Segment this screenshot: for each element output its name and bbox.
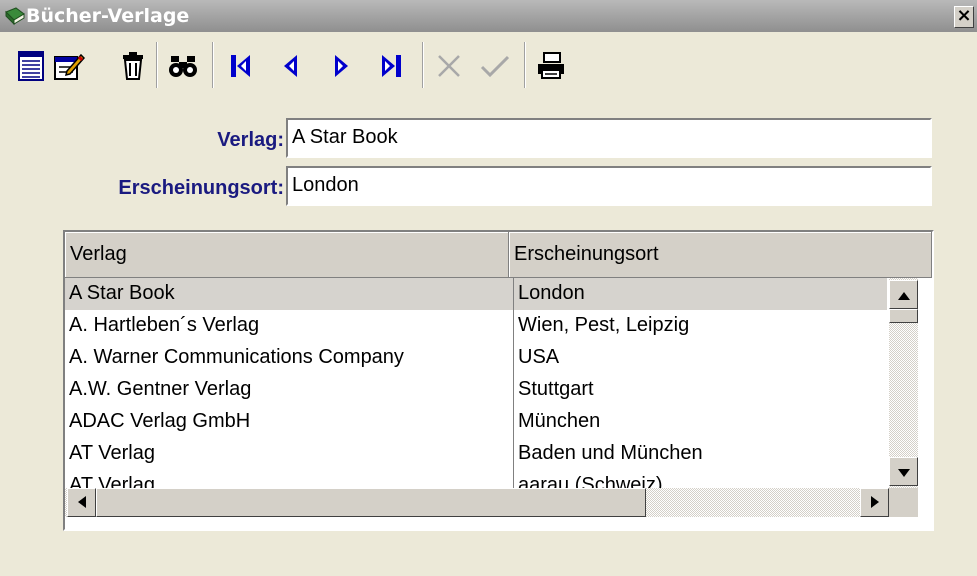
table-row[interactable]: A Star Book London: [65, 278, 887, 310]
cell-verlag: A. Warner Communications Company: [69, 346, 404, 368]
print-button[interactable]: [534, 48, 568, 88]
search-button[interactable]: [166, 48, 200, 88]
toolbar-separator: [524, 42, 526, 88]
arrow-up-icon: [897, 287, 910, 303]
cell-verlag: ADAC Verlag GmbH: [69, 410, 251, 432]
cancel-button[interactable]: [432, 48, 466, 88]
last-record-icon: [380, 53, 402, 84]
scroll-left-button[interactable]: [67, 488, 96, 517]
erscheinungsort-label: Erscheinungsort:: [118, 177, 284, 199]
cell-erscheinungsort: Baden und München: [513, 438, 888, 470]
first-record-icon: [230, 53, 252, 84]
edit-record-button[interactable]: [52, 48, 86, 88]
cell-verlag: A.W. Gentner Verlag: [69, 378, 252, 400]
delete-button[interactable]: [116, 48, 150, 88]
arrow-down-icon: [897, 464, 910, 480]
edit-record-icon: [53, 51, 86, 86]
cell-verlag: AT Verlag: [69, 442, 155, 464]
table-row[interactable]: ADAC Verlag GmbH München: [65, 406, 887, 438]
cell-erscheinungsort: Stuttgart: [513, 374, 888, 406]
verlag-label: Verlag:: [217, 129, 284, 151]
arrow-left-icon: [77, 495, 86, 511]
close-icon: ×: [956, 5, 972, 26]
cell-erscheinungsort: London: [513, 278, 888, 310]
table-row[interactable]: AT Verlag Baden und München: [65, 438, 887, 470]
vertical-scrollbar[interactable]: [889, 278, 918, 488]
horizontal-scrollbar[interactable]: [65, 488, 889, 517]
cell-erscheinungsort: Wien, Pest, Leipzig: [513, 310, 888, 342]
toolbar-separator: [212, 42, 214, 88]
close-button[interactable]: ×: [954, 6, 974, 28]
scroll-down-button[interactable]: [889, 457, 918, 486]
binoculars-icon: [168, 54, 198, 83]
toolbar-separator: [422, 42, 424, 88]
list-view-button[interactable]: [14, 48, 48, 88]
confirm-button[interactable]: [478, 48, 512, 88]
erscheinungsort-field[interactable]: London: [286, 166, 932, 206]
next-record-button[interactable]: [324, 48, 358, 88]
window-title: Bücher-Verlage: [26, 5, 190, 27]
last-record-button[interactable]: [374, 48, 408, 88]
next-record-icon: [333, 53, 349, 84]
table-row[interactable]: A. Hartleben´s Verlag Wien, Pest, Leipzi…: [65, 310, 887, 342]
column-header-erscheinungsort[interactable]: Erscheinungsort: [509, 232, 932, 278]
first-record-button[interactable]: [224, 48, 258, 88]
arrow-right-icon: [870, 495, 879, 511]
cell-verlag: A. Hartleben´s Verlag: [69, 314, 260, 336]
verlag-field[interactable]: A Star Book: [286, 118, 932, 158]
cell-erscheinungsort: USA: [513, 342, 888, 374]
publisher-grid[interactable]: Verlag Erscheinungsort A Star Book Londo…: [63, 230, 934, 531]
previous-record-button[interactable]: [274, 48, 308, 88]
print-icon: [536, 51, 566, 85]
scroll-corner: [889, 488, 918, 517]
erscheinungsort-field-value: London: [292, 174, 359, 196]
confirm-icon: [480, 53, 510, 84]
list-view-icon: [18, 50, 44, 86]
horizontal-scroll-thumb[interactable]: [96, 488, 646, 517]
scroll-up-button[interactable]: [889, 280, 918, 309]
cell-verlag: A Star Book: [69, 282, 175, 304]
book-icon: [4, 6, 26, 26]
toolbar-separator: [156, 42, 158, 88]
table-row[interactable]: A.W. Gentner Verlag Stuttgart: [65, 374, 887, 406]
cancel-icon: [436, 53, 462, 84]
cell-erscheinungsort: München: [513, 406, 888, 438]
table-row[interactable]: A. Warner Communications Company USA: [65, 342, 887, 374]
column-header-verlag[interactable]: Verlag: [65, 232, 509, 278]
verlag-field-value: A Star Book: [292, 126, 398, 148]
trash-icon: [121, 51, 145, 85]
vertical-scroll-thumb[interactable]: [889, 309, 918, 323]
previous-record-icon: [283, 53, 299, 84]
scroll-right-button[interactable]: [860, 488, 889, 517]
window-titlebar[interactable]: Bücher-Verlage ×: [0, 0, 977, 32]
